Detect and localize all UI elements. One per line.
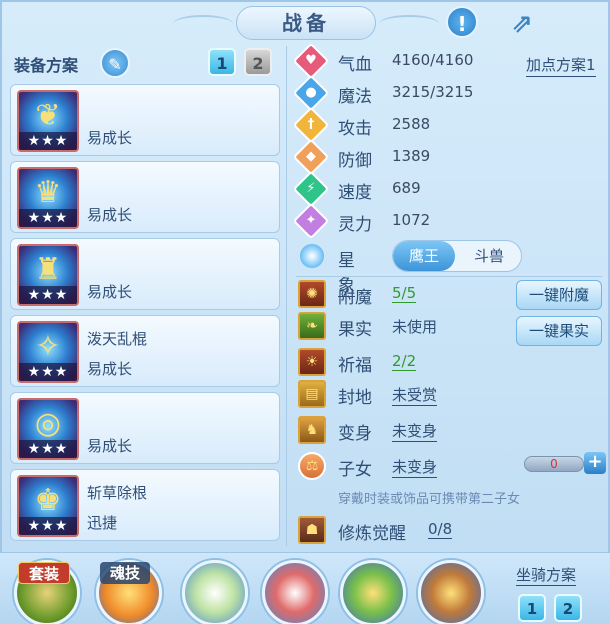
awaken-icon: ☗ [298, 516, 326, 544]
equip-name: 斩草除根 [87, 484, 148, 502]
mount-scheme-2-button[interactable]: 2 [554, 594, 582, 622]
enchant-icon: ✺ [298, 280, 326, 308]
equip-effect: 易成长 [87, 129, 133, 147]
equip-slot-1[interactable]: ❦ ★★★ 易成长 [10, 84, 280, 156]
equipment-icon: ❦ ★★★ [17, 90, 79, 152]
equip-effect: 易成长 [87, 360, 133, 378]
transform-icon: ♞ [298, 416, 326, 444]
skill-beast-icon[interactable] [418, 560, 484, 624]
equip-effect: 易成长 [87, 206, 133, 224]
separator [296, 276, 602, 277]
exclamation-icon[interactable]: ! [446, 6, 478, 38]
share-arrow-icon[interactable]: ⇗ [506, 8, 538, 40]
child-slot-bar: 0 [524, 456, 584, 472]
skill-goblin-icon[interactable] [340, 560, 406, 624]
one-click-fruit-button[interactable]: 一键果实 [516, 316, 602, 346]
hint-text: 穿戴时装或饰品可携带第二子女 [338, 492, 521, 507]
page-title: 战备 [173, 6, 439, 40]
fief-icon: ▤ [298, 380, 326, 408]
equip-effect: 迅捷 [87, 514, 118, 532]
column-divider [286, 46, 287, 546]
star-sign-icon [300, 244, 324, 268]
equip-effect: 易成长 [87, 283, 133, 301]
edit-pencil-icon[interactable]: ✎ [100, 48, 130, 78]
one-click-enchant-button[interactable]: 一键附魔 [516, 280, 602, 310]
equip-scheme-title: 装备方案 [14, 56, 79, 75]
equip-slot-6[interactable]: ♚ ★★★ 斩草除根 迅捷 [10, 469, 280, 541]
plus-icon[interactable]: + [584, 452, 606, 474]
equipment-icon: ♛ ★★★ [17, 167, 79, 229]
equipment-icon: ✧ ★★★ [17, 321, 79, 383]
equip-scheme-1-button[interactable]: 1 [208, 48, 236, 76]
equip-slot-2[interactable]: ♛ ★★★ 易成长 [10, 161, 280, 233]
suit-tag: 套装 [18, 562, 71, 584]
skill-blade-icon[interactable] [262, 560, 328, 624]
soul-tag: 魂技 [100, 562, 151, 584]
equipment-icon: ♜ ★★★ [17, 244, 79, 306]
skill-orb-icon[interactable] [182, 560, 248, 624]
star-option-beast[interactable]: 斗兽 [457, 241, 521, 271]
blessing-icon: ☀ [298, 348, 326, 376]
star-option-eagle[interactable]: 鹰王 [393, 241, 455, 271]
equip-slot-3[interactable]: ♜ ★★★ 易成长 [10, 238, 280, 310]
equipment-icon: ♚ ★★★ [17, 475, 79, 537]
addpoint-scheme-link[interactable]: 加点方案1 [526, 54, 596, 77]
star-sign-toggle: 鹰王 斗兽 [392, 240, 522, 272]
equip-slot-5[interactable]: ◎ ★★★ 易成长 [10, 392, 280, 464]
equip-list: ❦ ★★★ 易成长 ♛ ★★★ 易成长 ♜ ★★★ 易成长 ✧ ★★★ 泼天乱棍 易成长… [10, 84, 280, 546]
equip-effect: 易成长 [87, 437, 133, 455]
equip-scheme-2-button[interactable]: 2 [244, 48, 272, 76]
fruit-icon: ❧ [298, 312, 326, 340]
mount-scheme-1-button[interactable]: 1 [518, 594, 546, 622]
mount-scheme-title[interactable]: 坐骑方案 [516, 564, 577, 586]
child-icon: ⚖ [298, 452, 326, 480]
equip-slot-4[interactable]: ✧ ★★★ 泼天乱棍 易成长 [10, 315, 280, 387]
equip-name: 泼天乱棍 [87, 330, 148, 348]
equipment-icon: ◎ ★★★ [17, 398, 79, 460]
